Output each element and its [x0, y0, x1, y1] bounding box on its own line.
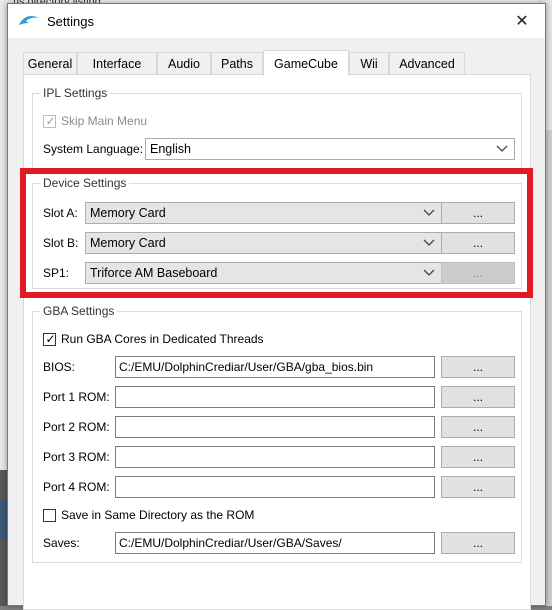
- tab-paths[interactable]: Paths: [211, 52, 263, 75]
- close-icon: ✕: [515, 13, 529, 30]
- title-bar[interactable]: Settings ✕: [8, 4, 545, 38]
- tab-audio[interactable]: Audio: [157, 52, 211, 75]
- port4-rom-label: Port 4 ROM:: [43, 480, 110, 494]
- bios-browse-button[interactable]: ...: [441, 356, 515, 378]
- saves-browse-button[interactable]: ...: [441, 532, 515, 554]
- ipl-settings-group: IPL Settings ✓ Skip Main Menu System Lan…: [32, 86, 522, 169]
- port1-rom-browse-button[interactable]: ...: [441, 386, 515, 408]
- port4-rom-field[interactable]: [115, 476, 435, 498]
- port3-rom-browse-button[interactable]: ...: [441, 446, 515, 468]
- bios-label: BIOS:: [43, 360, 76, 374]
- check-icon: ✓: [45, 114, 56, 128]
- tab-advanced[interactable]: Advanced: [389, 52, 465, 75]
- gba-settings-title: GBA Settings: [40, 304, 118, 318]
- save-same-dir-checkbox[interactable]: [43, 509, 56, 522]
- run-gba-threads-checkbox[interactable]: ✓: [43, 332, 56, 346]
- system-language-label: System Language:: [43, 142, 144, 156]
- close-button[interactable]: ✕: [499, 4, 545, 38]
- port3-rom-field[interactable]: [115, 446, 435, 468]
- ipl-settings-title: IPL Settings: [40, 86, 111, 100]
- tab-gamecube[interactable]: GameCube: [263, 50, 349, 76]
- chevron-down-icon: [496, 145, 508, 152]
- saves-path-field[interactable]: C:/EMU/DolphinCrediar/User/GBA/Saves/: [115, 532, 435, 554]
- gba-settings-group: GBA Settings ✓ Run GBA Cores in Dedicate…: [32, 304, 522, 563]
- port1-rom-field[interactable]: [115, 386, 435, 408]
- dolphin-icon: [19, 16, 39, 25]
- tab-general[interactable]: General: [23, 52, 77, 75]
- window-title: Settings: [47, 14, 94, 29]
- highlight-annotation: [20, 168, 533, 298]
- port2-rom-label: Port 2 ROM:: [43, 420, 110, 434]
- skip-main-menu-checkbox[interactable]: ✓: [43, 114, 56, 128]
- system-language-select[interactable]: English: [145, 138, 515, 160]
- gamecube-tab-page: IPL Settings ✓ Skip Main Menu System Lan…: [23, 74, 531, 610]
- skip-main-menu-label: Skip Main Menu: [61, 114, 148, 128]
- tab-wii[interactable]: Wii: [349, 52, 389, 75]
- settings-window: Settings ✕ General Interface Audio Paths…: [7, 3, 546, 610]
- port2-rom-browse-button[interactable]: ...: [441, 416, 515, 438]
- port3-rom-label: Port 3 ROM:: [43, 450, 110, 464]
- port2-rom-field[interactable]: [115, 416, 435, 438]
- run-gba-threads-label: Run GBA Cores in Dedicated Threads: [61, 332, 264, 346]
- port4-rom-browse-button[interactable]: ...: [441, 476, 515, 498]
- bios-path-field[interactable]: C:/EMU/DolphinCrediar/User/GBA/gba_bios.…: [115, 356, 435, 378]
- save-same-dir-label: Save in Same Directory as the ROM: [61, 508, 255, 522]
- port1-rom-label: Port 1 ROM:: [43, 390, 110, 404]
- check-icon: ✓: [45, 332, 56, 346]
- saves-label: Saves:: [43, 536, 80, 550]
- tab-interface[interactable]: Interface: [77, 52, 157, 75]
